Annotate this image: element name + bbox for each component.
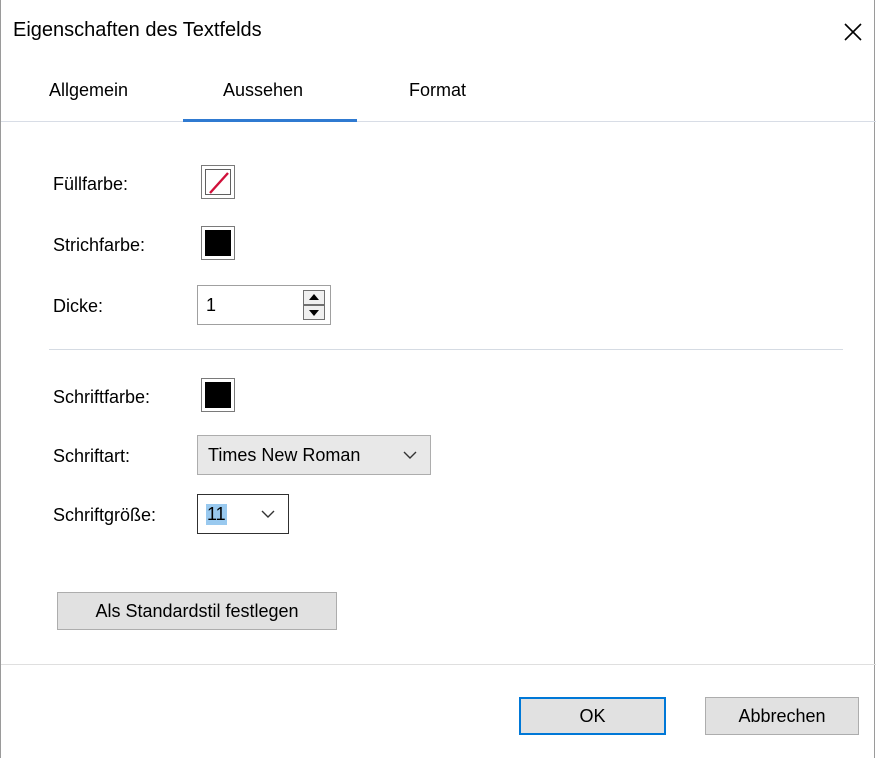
footer-divider: [1, 664, 876, 665]
close-icon: [844, 23, 862, 41]
triangle-up-icon: [309, 294, 319, 300]
tab-format[interactable]: Format: [409, 80, 466, 101]
thickness-spinner: [197, 285, 331, 325]
stroke-color-label: Strichfarbe:: [53, 235, 146, 255]
no-fill-slash-icon: [209, 172, 229, 194]
font-family-label: Schriftart:: [53, 446, 131, 466]
thickness-input[interactable]: [206, 295, 296, 316]
tab-allgemein[interactable]: Allgemein: [49, 80, 128, 101]
thickness-label: Dicke:: [53, 296, 104, 316]
fill-color-label: Füllfarbe:: [53, 174, 129, 194]
spin-up-button[interactable]: [303, 290, 325, 305]
fill-color-swatch[interactable]: [201, 165, 235, 199]
close-button[interactable]: [833, 12, 873, 52]
set-default-style-button[interactable]: Als Standardstil festlegen: [57, 592, 337, 630]
ok-button[interactable]: OK: [519, 697, 666, 735]
font-color-label: Schriftfarbe:: [53, 387, 151, 407]
triangle-down-icon: [309, 310, 319, 316]
tab-strip-divider: [1, 121, 876, 122]
font-size-label: Schriftgröße:: [53, 505, 157, 525]
font-color-swatch[interactable]: [201, 378, 235, 412]
font-family-select[interactable]: Times New Roman: [197, 435, 431, 475]
chevron-down-icon: [403, 451, 417, 459]
font-size-value[interactable]: 11: [206, 504, 227, 525]
text-field-properties-dialog: Eigenschaften des Textfelds Allgemein Au…: [0, 0, 876, 758]
tab-aussehen[interactable]: Aussehen: [223, 80, 303, 101]
dialog-title: Eigenschaften des Textfelds: [13, 19, 262, 41]
font-family-value: Times New Roman: [208, 445, 361, 465]
chevron-down-icon: [261, 510, 275, 518]
font-size-combobox[interactable]: 11: [197, 494, 289, 534]
selected-tab-indicator: [183, 119, 357, 122]
stroke-color-swatch[interactable]: [201, 226, 235, 260]
section-divider: [49, 349, 843, 350]
spin-down-button[interactable]: [303, 305, 325, 320]
cancel-button[interactable]: Abbrechen: [705, 697, 859, 735]
